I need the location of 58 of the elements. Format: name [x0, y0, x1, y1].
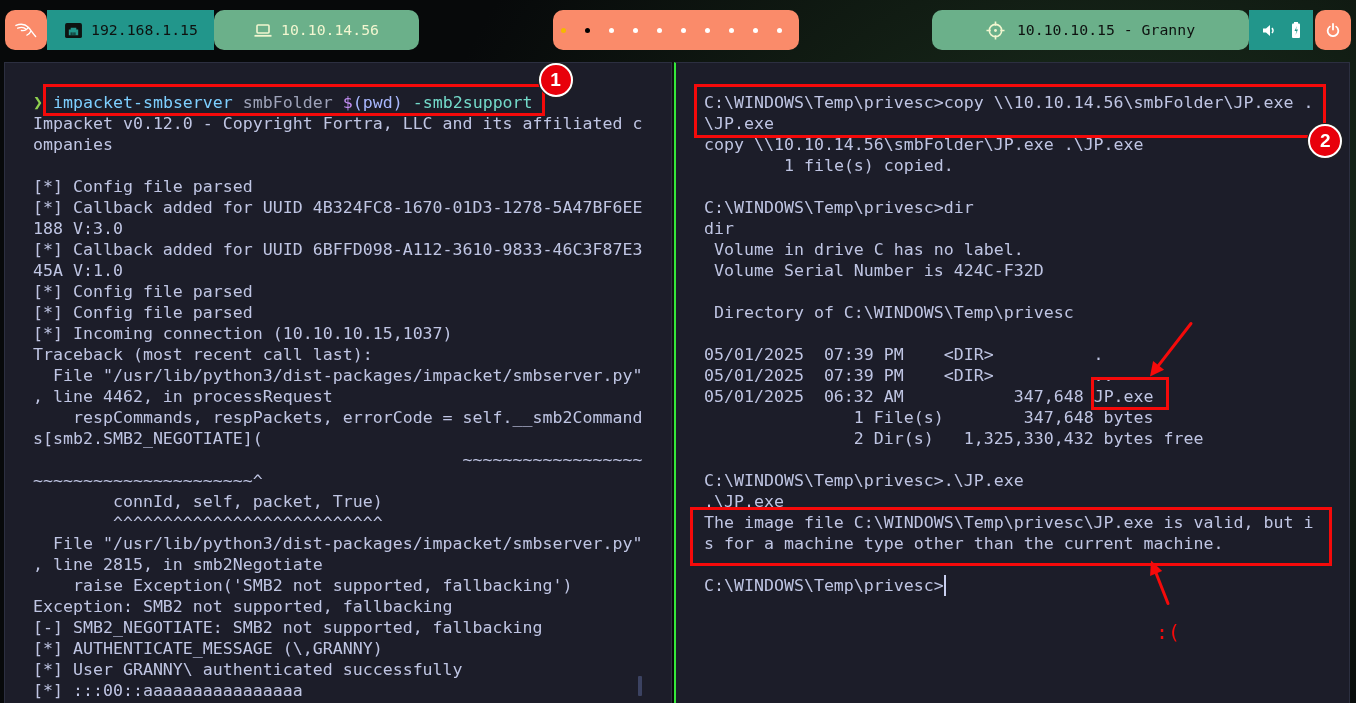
annotation-arrow	[1149, 321, 1193, 376]
terminal-line: 1 file(s) copied.	[783, 155, 954, 175]
vpn-address-label: 10.10.14.56	[281, 21, 379, 39]
terminal-line: Traceback (most recent call last):	[33, 344, 373, 364]
terminal-line: [*] Incoming connection (10.10.10.15,1037)	[33, 323, 453, 343]
annotation-note: :(	[1156, 619, 1181, 644]
power-icon	[1326, 23, 1340, 37]
terminal-line: [*] Config file parsed	[33, 176, 253, 196]
terminal-line: respCommands, respPackets, errorCode = self.__smb2Commands[smb2.SMB2_NEGOTIATE](	[33, 407, 643, 448]
battery-icon[interactable]	[1291, 22, 1300, 38]
launcher-button[interactable]	[5, 10, 47, 50]
terminal-line: [-] SMB2_NEGOTIATE: SMB2 not supported, fallbacking	[33, 617, 543, 637]
volume-icon[interactable]	[1262, 24, 1276, 36]
terminal-line: connId, self, packet, True)	[112, 491, 383, 511]
laptop-icon	[254, 23, 272, 37]
ethernet-icon	[65, 22, 82, 38]
terminal-line: [*] AUTHENTICATE_MESSAGE (\,GRANNY)	[33, 638, 383, 658]
ip-address-label: 192.168.1.15	[91, 21, 198, 39]
power-button[interactable]	[1315, 10, 1351, 50]
dragon-icon	[15, 21, 37, 39]
terminal-line: Volume in drive C has no label.	[714, 239, 1024, 259]
terminal-line: [*] User GRANNY\ authenticated successfully	[33, 659, 463, 679]
highlighted-command: impacket-smbserver smbFolder $(pwd) -smb2support	[43, 84, 545, 116]
step-badge: 1	[538, 63, 573, 97]
scrollbar-thumb[interactable]	[638, 676, 642, 696]
workspace-dot[interactable]	[704, 27, 710, 33]
terminal-line: C:\WINDOWS\Temp\privesc>.\JP.exe	[704, 470, 1024, 490]
terminal-line: Impacket v0.12.0 - Copyright Fortra, LLC and its affiliated companies	[33, 113, 643, 154]
workspace-dot[interactable]	[680, 27, 686, 33]
terminal-line: [*] Callback added for UUID 4B324FC8-1670-01D3-1278-5A47BF6EE188 V:3.0	[33, 197, 643, 238]
terminal-line: Directory of C:\WINDOWS\Temp\privesc	[714, 302, 1074, 322]
terminal-line: C:\WINDOWS\Temp\privesc>dir	[704, 197, 974, 217]
workspace-dot[interactable]	[608, 27, 614, 33]
workspace-dot[interactable]	[728, 27, 734, 33]
workspace-dot[interactable]	[752, 27, 758, 33]
terminal-line: ^^^^^^^^^^^^^^^^^^^^^^^^^^^	[112, 512, 383, 532]
workspace-dot[interactable]	[560, 27, 566, 33]
terminal-line: [*] Config file parsed	[33, 281, 253, 301]
terminal-line: [*] :::00::aaaaaaaaaaaaaaaa	[33, 680, 303, 700]
terminal-line: 05/01/2025 07:39 PM <DIR> .	[704, 344, 1104, 364]
terminal-line: 05/01/2025 06:32 AM 347,648	[704, 386, 1084, 406]
terminal-line: raise Exception('SMB2 not supported, fallbacking')	[72, 575, 573, 595]
terminal-line: Volume Serial Number is 424C-F32D	[714, 260, 1044, 280]
workspace-dot[interactable]	[776, 27, 782, 33]
terminal-line: [*] Config file parsed	[33, 302, 253, 322]
terminal-line: [*] Callback added for UUID 6BFFD098-A112-3610-9833-46C3F87E345A V:1.0	[33, 239, 643, 280]
terminal-line: 2 Dir(s) 1,325,330,432 bytes free	[853, 428, 1204, 448]
terminal-line: 1 File(s) 347,648 bytes	[853, 407, 1154, 427]
target-label: 10.10.10.15 - Granny	[1016, 21, 1196, 39]
workspace-dot[interactable]	[632, 27, 638, 33]
crosshair-icon	[985, 20, 1005, 40]
annotation-arrow	[1150, 560, 1170, 605]
prompt-symbol: ❯	[33, 92, 43, 112]
workspace-dot[interactable]	[656, 27, 662, 33]
workspace-dot[interactable]	[584, 27, 590, 33]
terminal-line: C:\WINDOWS\Temp\privesc>	[704, 575, 944, 595]
terminal-line: dir	[704, 218, 734, 238]
terminal-line: Exception: SMB2 not supported, fallbacking	[33, 596, 453, 616]
